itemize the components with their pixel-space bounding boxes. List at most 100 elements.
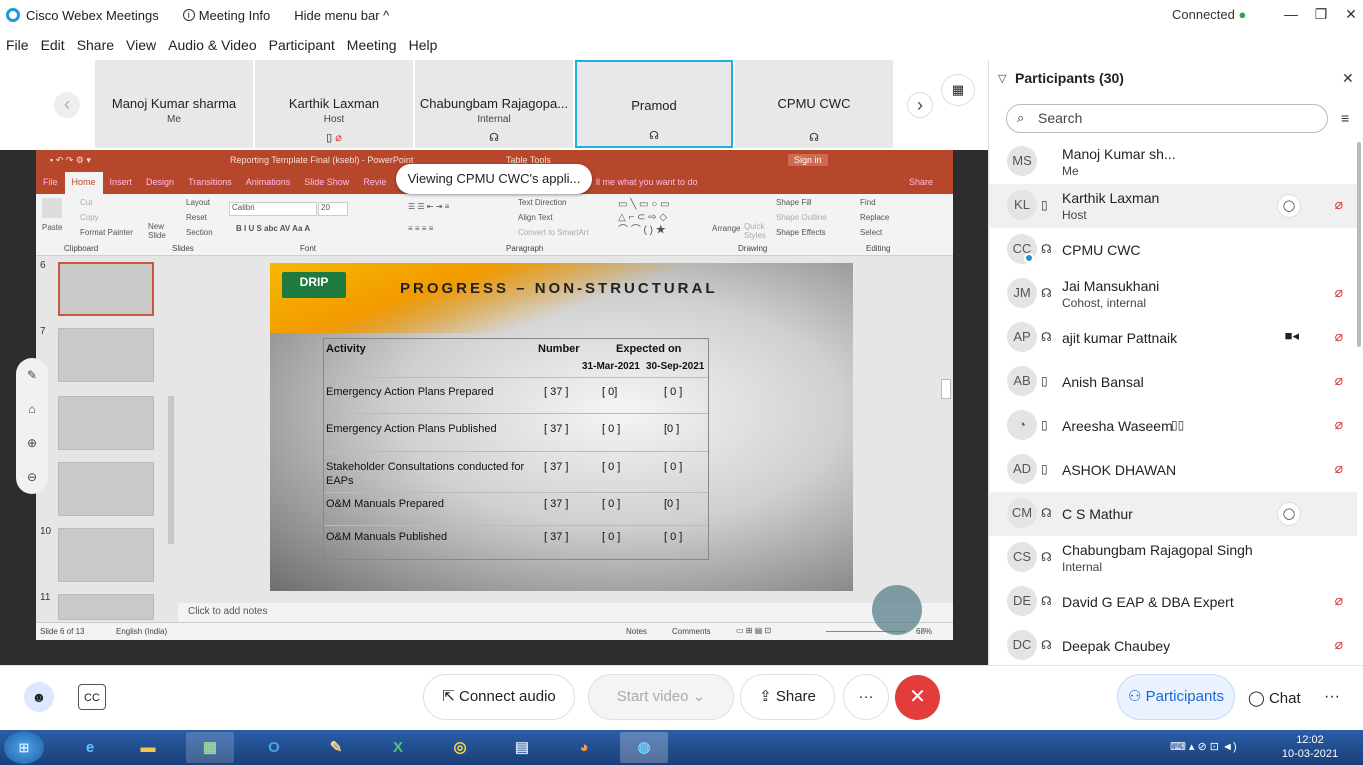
video-tile-active[interactable]: Pramod ☊	[575, 60, 733, 148]
ppt-tab-design[interactable]: Design	[139, 172, 181, 194]
minimize-button[interactable]: —	[1276, 0, 1306, 28]
notes-toggle[interactable]: Notes	[626, 627, 647, 636]
video-tile[interactable]: Karthik Laxman Host ▯ ⌀	[255, 60, 413, 148]
participant-row[interactable]: CS ☊ Chabungbam Rajagopal Singh Internal	[989, 536, 1357, 580]
collapse-chevron-icon[interactable]: ▽	[998, 72, 1006, 85]
meeting-info-button[interactable]: i Meeting Info	[182, 8, 270, 23]
chat-bubble-icon[interactable]: ◯	[1277, 502, 1301, 526]
list-buttons[interactable]: ☰ ☰ ⇤ ⇥ ≡	[408, 202, 449, 211]
slide-thumbnail[interactable]	[58, 594, 154, 620]
menu-meeting[interactable]: Meeting	[347, 37, 397, 53]
start-video-button[interactable]: Start video ⌄	[588, 674, 734, 720]
calendar-icon[interactable]: ▦	[941, 74, 975, 106]
chrome-taskbar-icon[interactable]: ◎	[436, 732, 484, 763]
ppt-tab-review[interactable]: Revie	[356, 172, 393, 194]
slide-thumbnail[interactable]	[58, 528, 154, 582]
strip-prev-button[interactable]: ‹	[54, 92, 80, 118]
participant-row[interactable]: DC ☊ Deepak Chaubey ⌀	[989, 624, 1357, 665]
ppt-tab-transitions[interactable]: Transitions	[181, 172, 239, 194]
end-meeting-button[interactable]: ✕	[895, 675, 940, 720]
muted-mic-icon[interactable]: ⌀	[1335, 328, 1343, 345]
font-size-select[interactable]: 20	[318, 202, 348, 216]
zoom-in-icon[interactable]: ⊕	[16, 426, 48, 460]
share-button[interactable]: ⇪ Share	[740, 674, 835, 720]
quick-access-icons[interactable]: ▪ ↶ ↷ ⚙ ▾	[50, 155, 91, 166]
menu-audio-video[interactable]: Audio & Video	[168, 37, 256, 53]
ppt-tab-home[interactable]: Home	[64, 172, 103, 194]
close-panel-button[interactable]: ✕	[1342, 70, 1354, 87]
slide-scrollbar[interactable]	[941, 263, 951, 563]
scrollbar-thumb[interactable]	[941, 379, 951, 399]
chat-bubble-icon[interactable]: ◯	[1277, 194, 1301, 218]
muted-mic-icon[interactable]: ⌀	[1335, 416, 1343, 433]
participant-row[interactable]: DE ☊ David G EAP & DBA Expert ⌀	[989, 580, 1357, 624]
muted-mic-icon[interactable]: ⌀	[1335, 284, 1343, 301]
annotate-pen-icon[interactable]: ✎	[16, 358, 48, 392]
shapes-gallery[interactable]: ▭ ╲ ▭ ○ ▭ △ ⌐ ⊂ ⇨ ◇ ⌒ ⌒ ( ) ★	[618, 198, 708, 238]
video-tile[interactable]: Chabungbam Rajagopa... Internal ☊	[415, 60, 573, 148]
video-tile[interactable]: Manoj Kumar sharma Me	[95, 60, 253, 148]
muted-mic-icon[interactable]: ⌀	[1335, 636, 1343, 653]
comments-toggle[interactable]: Comments	[672, 627, 711, 636]
closed-captions-icon[interactable]: CC	[78, 684, 106, 710]
firefox-taskbar-icon[interactable]: ◕	[560, 732, 608, 763]
slide-thumbnail[interactable]	[58, 328, 154, 382]
font-name-select[interactable]: Calibri	[229, 202, 317, 216]
participant-row[interactable]: AB ▯ Anish Bansal ⌀	[989, 360, 1357, 404]
thumb-scrollbar[interactable]	[168, 396, 174, 544]
menu-share[interactable]: Share	[77, 37, 114, 53]
slide-thumbnail[interactable]	[58, 462, 154, 516]
sign-in-button[interactable]: Sign in	[788, 154, 828, 166]
notes-pane[interactable]: Click to add notes	[178, 603, 953, 622]
participant-row[interactable]: JM ☊ Jai Mansukhani Cohost, internal ⌀	[989, 272, 1357, 316]
outlook-taskbar-icon[interactable]: O	[250, 732, 298, 763]
align-buttons[interactable]: ≡ ≡ ≡ ≡	[408, 224, 433, 233]
participant-row[interactable]: ◔ ▯ Areesha Waseem ▯▯ ⌀	[989, 404, 1357, 448]
menu-file[interactable]: File	[6, 37, 29, 53]
muted-mic-icon[interactable]: ⌀	[1335, 460, 1343, 477]
muted-mic-icon[interactable]: ⌀	[1335, 592, 1343, 609]
slide-thumbnail[interactable]	[58, 396, 154, 450]
view-buttons[interactable]: ▭ ⊞ ▤ ⊡	[736, 626, 771, 635]
participant-row[interactable]: CM ☊ C S Mathur ◯	[989, 492, 1357, 536]
panel-more-button[interactable]: ···	[1324, 688, 1340, 706]
app-taskbar-icon[interactable]: ▦	[186, 732, 234, 763]
sort-icon[interactable]: ≡	[1341, 110, 1349, 126]
participant-row[interactable]: CC ☊ CPMU CWC	[989, 228, 1357, 272]
font-style-buttons[interactable]: B I U S abc AV Aa A	[236, 224, 310, 233]
chat-toggle-button[interactable]: ◯ Chat	[1248, 689, 1301, 707]
ppt-share-button[interactable]: Share	[902, 172, 940, 194]
self-view-bubble[interactable]	[872, 585, 922, 635]
participants-scrollbar[interactable]	[1357, 142, 1361, 347]
hide-menu-bar-button[interactable]: Hide menu bar ^	[294, 8, 389, 23]
explorer-taskbar-icon[interactable]: ▬	[124, 732, 172, 763]
participants-toggle-button[interactable]: ⚇ Participants	[1117, 674, 1235, 720]
ie-taskbar-icon[interactable]: e	[66, 732, 114, 763]
start-button-icon[interactable]: ⊞	[4, 731, 44, 764]
menu-participant[interactable]: Participant	[269, 37, 335, 53]
slide-thumbnail[interactable]	[58, 262, 154, 316]
more-options-button[interactable]: ···	[843, 674, 889, 720]
assistant-icon[interactable]: ☻	[24, 682, 54, 712]
tray-icons[interactable]: ⌨ ▴ ⊘ ⊡ ◄)	[1170, 740, 1237, 753]
menu-edit[interactable]: Edit	[41, 37, 65, 53]
progress-table[interactable]: Activity Number Expected on 31-Mar-2021 …	[323, 338, 709, 560]
menu-help[interactable]: Help	[409, 37, 438, 53]
participant-search-input[interactable]: Search	[1006, 104, 1328, 133]
notepad-taskbar-icon[interactable]: ▤	[498, 732, 546, 763]
participant-row[interactable]: MS Manoj Kumar sh... Me	[989, 140, 1357, 184]
ppt-tab-animations[interactable]: Animations	[239, 172, 298, 194]
muted-mic-icon[interactable]: ⌀	[1335, 196, 1343, 213]
connect-audio-button[interactable]: ⇱ Connect audio	[423, 674, 575, 720]
video-tile[interactable]: CPMU CWC ☊	[735, 60, 893, 148]
close-window-button[interactable]: ✕	[1336, 0, 1363, 28]
participant-row[interactable]: AP ☊ ajit kumar Pattnaik ■◂ ⌀	[989, 316, 1357, 360]
muted-mic-icon[interactable]: ⌀	[1335, 372, 1343, 389]
paint-taskbar-icon[interactable]: ✎	[312, 732, 360, 763]
tell-me-box[interactable]: ll me what you want to do	[589, 172, 705, 194]
participant-row[interactable]: AD ▯ ASHOK DHAWAN ⌀	[989, 448, 1357, 492]
ppt-tab-file[interactable]: File	[36, 172, 65, 194]
strip-next-button[interactable]: ›	[907, 92, 933, 118]
maximize-button[interactable]: ❐	[1306, 0, 1336, 28]
remote-control-icon[interactable]: ⌂	[16, 392, 48, 426]
